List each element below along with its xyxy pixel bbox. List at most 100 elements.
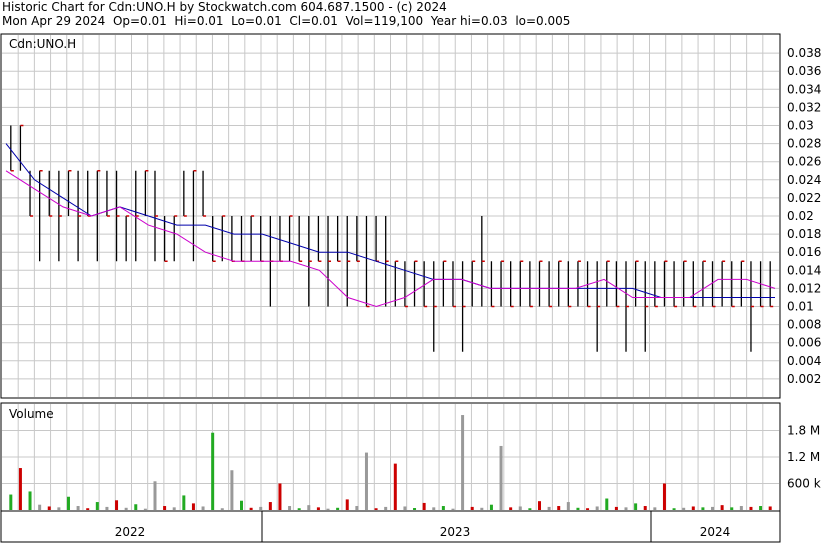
volume-bar [614,506,618,510]
year-label: 2023 [440,525,471,539]
volume-bar [499,445,503,510]
price-tick-label: 0.006 [787,336,821,350]
price-tick-label: 0.008 [787,318,821,332]
volume-grid [2,404,779,510]
price-tick-label: 0.018 [787,227,821,241]
volume-bar [9,494,13,510]
price-tick-label: 0.028 [787,137,821,151]
volume-bar [66,496,70,510]
volume-bar [172,507,176,510]
volume-bar [220,508,224,510]
volume-bar [182,495,186,510]
volume-bar [624,507,628,510]
volume-bar [701,507,705,510]
price-tick-label: 0.024 [787,173,821,187]
volume-bar [634,503,638,510]
price-tick-label: 0.022 [787,191,821,205]
date-axis-labels: 2022 2023 2024 [115,511,731,542]
volume-bar [461,415,465,510]
volume-bar [105,506,109,510]
price-tick-label: 0.036 [787,64,821,78]
volume-bar [307,505,311,510]
volume-bar [422,502,426,510]
volume-bar [384,506,388,510]
volume-bar [134,504,138,510]
price-tick-label: 0.01 [787,300,814,314]
volume-bar [355,506,359,510]
volume-bar [326,508,330,510]
volume-bar [518,506,522,510]
volume-bar [586,508,590,510]
price-volume-chart: 0.038 0.036 0.034 0.032 0.03 0.028 0.026 0.024 0… [0,33,821,543]
volume-bar [47,506,51,510]
volume-bar [211,432,215,510]
volume-bar [557,506,561,510]
volume-bar [768,506,772,510]
price-tick-label: 0.034 [787,82,821,96]
price-tick-label: 0.002 [787,372,821,386]
volume-bar [28,491,32,510]
volume-bar [537,501,541,510]
volume-bar [115,500,119,510]
volume-bar [191,503,195,510]
volume-bar [336,507,340,510]
volume-bar [749,506,753,510]
price-tick-label: 0.02 [787,209,814,223]
price-tick-label: 0.032 [787,100,821,114]
volume-tick-label: 600 k [787,477,821,491]
price-tick-label: 0.012 [787,281,821,295]
price-tick-label: 0.038 [787,46,821,60]
volume-bar [653,507,657,510]
volume-bar [57,507,61,510]
volume-bar [691,506,695,510]
volume-bar [86,508,90,510]
volume-bar [682,507,686,510]
volume-bar [316,507,320,510]
volume-bar [18,468,22,510]
volume-bar [297,508,301,510]
volume-bar [143,508,147,510]
volume-bar [547,506,551,510]
volume-axis-ticks: 1.8 M 1.2 M 600 k [787,424,821,491]
volume-bar [720,505,724,510]
volume-bar [441,506,445,510]
price-tick-label: 0.014 [787,263,821,277]
volume-bar [528,508,532,510]
price-tick-label: 0.03 [787,119,814,133]
volume-bar [364,452,368,510]
volume-bar [509,507,513,510]
volume-bar [230,470,234,510]
volume-panel-title: Volume [9,407,54,421]
volume-bar [259,506,263,510]
volume-bar [278,483,282,510]
volume-bar [739,506,743,510]
volume-bar [240,500,244,510]
price-bars [10,124,774,352]
volume-bar [76,506,80,510]
volume-tick-label: 1.8 M [787,424,820,438]
volume-bar [672,508,676,510]
volume-bar [345,499,349,510]
volume-bar [288,506,292,510]
volume-bar [480,507,484,510]
volume-bar [268,502,272,510]
volume-bar [374,508,378,510]
volume-bar [566,502,570,510]
price-axis-ticks: 0.038 0.036 0.034 0.032 0.03 0.028 0.026 0.024 0… [787,46,821,386]
volume-bar [413,508,417,510]
volume-bar [470,506,474,510]
price-tick-label: 0.016 [787,245,821,259]
volume-bar [249,507,253,510]
volume-bar [489,504,493,510]
volume-bar [605,498,609,510]
price-tick-label: 0.026 [787,155,821,169]
volume-bar [153,481,157,510]
volume-bar [38,504,42,510]
volume-bar [451,508,455,510]
year-label: 2024 [700,525,731,539]
volume-bar [576,507,580,510]
volume-bar [163,506,167,510]
volume-tick-label: 1.2 M [787,450,820,464]
volume-bar [643,506,647,510]
volume-bar [124,507,128,510]
